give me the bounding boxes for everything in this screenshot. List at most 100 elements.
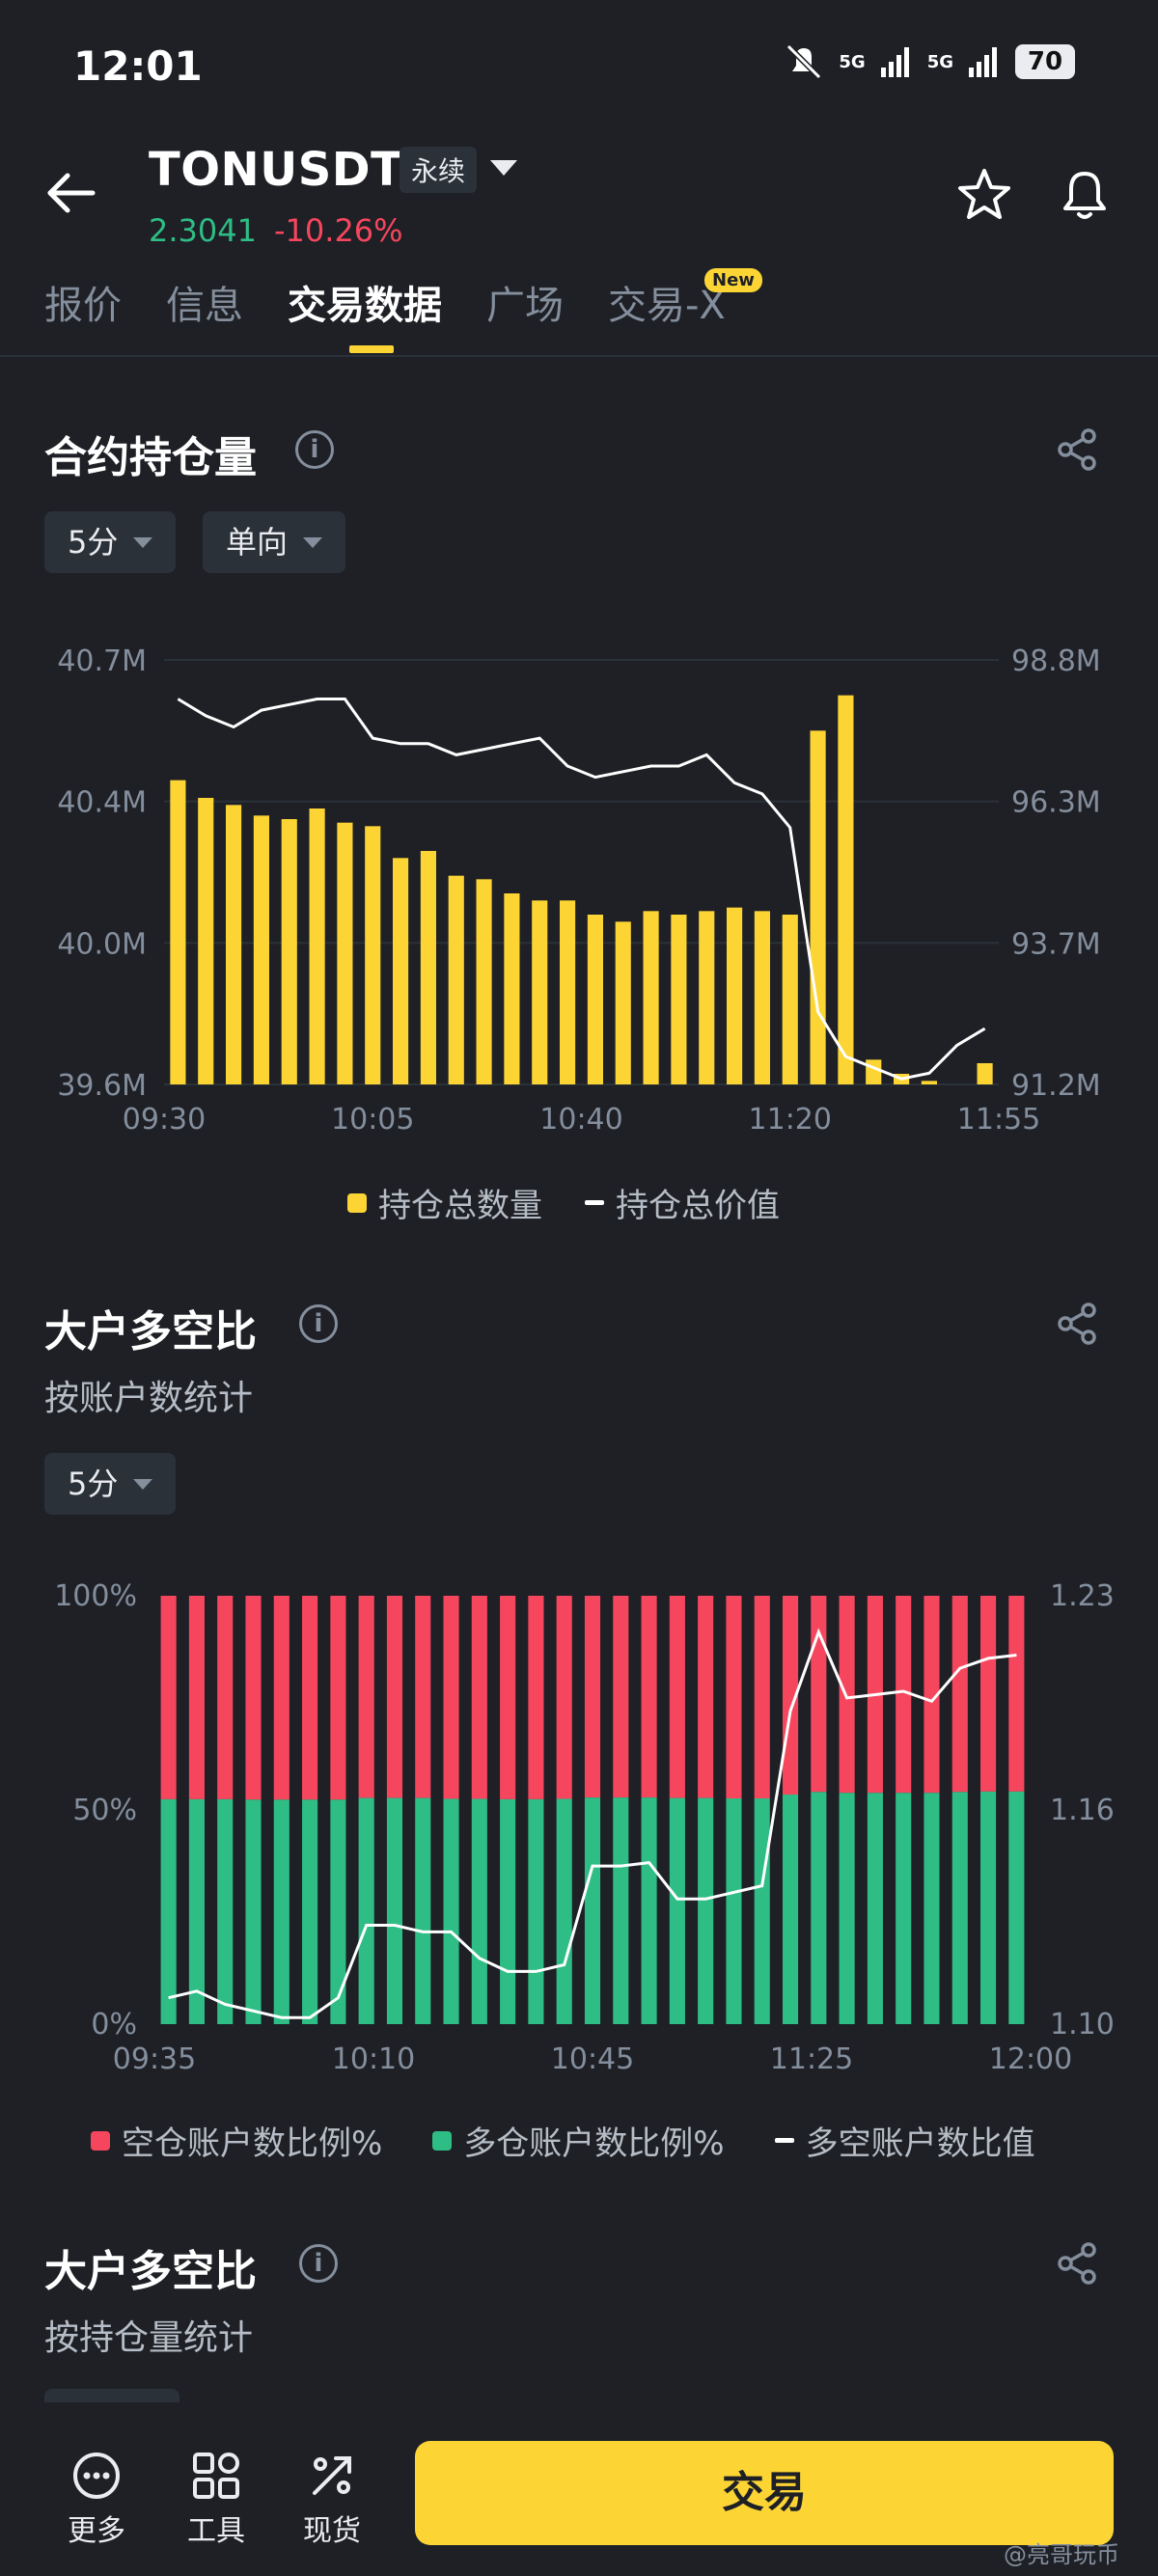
short-ratio-bar xyxy=(811,1596,827,1793)
battery-indicator: 70 xyxy=(1015,44,1075,79)
long-ratio-bar xyxy=(811,1792,827,2024)
y-right-tick-label: 1.10 xyxy=(1050,2008,1115,2042)
symbol-dropdown-icon[interactable] xyxy=(490,160,517,176)
long-ratio-bar xyxy=(782,1795,799,2024)
short-ratio-bar xyxy=(839,1596,855,1794)
long-ratio-bar xyxy=(330,1799,346,2024)
y-left-tick-label: 50% xyxy=(72,1794,137,1827)
legend-item-line: 持仓总价值 xyxy=(585,1179,780,1226)
long-ratio-bar xyxy=(754,1798,770,2024)
legend-swatch xyxy=(774,2138,794,2143)
oi-bar xyxy=(727,907,743,1084)
price-change: -10.26% xyxy=(274,212,403,249)
nav-tools[interactable]: 工具 xyxy=(187,2451,245,2549)
oi-bar xyxy=(170,780,186,1084)
short-ratio-bar xyxy=(302,1596,318,1800)
y-left-tick-label: 39.6M xyxy=(57,1069,147,1103)
long-ratio-bar xyxy=(867,1793,883,2024)
y-right-tick-label: 98.8M xyxy=(1011,644,1101,678)
share-icon[interactable] xyxy=(1054,2240,1100,2287)
symbol-title[interactable]: TONUSDT xyxy=(149,143,402,197)
signal-icon xyxy=(969,47,997,77)
long-ratio-bar xyxy=(443,1798,459,2024)
long-short-title: 大户多空比 xyxy=(44,1307,257,1357)
y-right-tick-label: 91.2M xyxy=(1011,1069,1101,1103)
info-icon[interactable]: i xyxy=(299,1304,338,1343)
oi-bar xyxy=(226,805,242,1084)
short-ratio-bar xyxy=(358,1596,374,1798)
short-ratio-bar xyxy=(160,1596,177,1799)
signal-icon xyxy=(880,47,909,77)
long-short-position-title: 大户多空比 xyxy=(44,2247,257,2296)
active-tab-indicator xyxy=(349,345,394,353)
x-tick-label: 11:20 xyxy=(749,1103,832,1137)
oi-bar xyxy=(504,893,520,1084)
long-short-position-subtitle: 按持仓量统计 xyxy=(44,2318,254,2358)
mode-value: 单向 xyxy=(226,524,289,561)
short-ratio-bar xyxy=(386,1596,403,1798)
info-icon[interactable]: i xyxy=(299,2244,338,2283)
notification-bell-icon[interactable] xyxy=(1056,164,1114,224)
long-ratio-bar xyxy=(951,1792,968,2024)
nav-more[interactable]: 更多 xyxy=(68,2451,125,2549)
long-ratio-bar xyxy=(641,1797,657,2024)
long-ratio-bar xyxy=(302,1799,318,2024)
short-ratio-bar xyxy=(500,1596,516,1799)
long-ratio-bar xyxy=(386,1797,403,2024)
favorite-star-icon[interactable] xyxy=(955,166,1013,224)
back-arrow-icon[interactable] xyxy=(42,164,100,222)
new-badge: New xyxy=(704,268,762,292)
long-ratio-bar xyxy=(1008,1791,1025,2024)
long-ratio-bar xyxy=(528,1798,544,2024)
legend-label: 多空账户数比值 xyxy=(805,2124,1035,2163)
oi-bar xyxy=(393,858,409,1084)
share-icon[interactable] xyxy=(1054,1301,1100,1347)
oi-bar xyxy=(365,826,381,1084)
nav-spot-label: 现货 xyxy=(303,2514,361,2548)
long-ratio-bar xyxy=(839,1793,855,2024)
y-left-tick-label: 40.0M xyxy=(57,927,147,961)
long-ratio-bar xyxy=(160,1798,177,2024)
x-tick-label: 10:40 xyxy=(539,1103,622,1137)
oi-bar xyxy=(671,915,687,1084)
open-interest-legend: 持仓总数量 持仓总价值 xyxy=(347,1179,780,1226)
long-ratio-bar xyxy=(245,1799,262,2024)
oi-bar xyxy=(309,808,325,1084)
y-right-tick-label: 1.16 xyxy=(1050,1794,1115,1827)
short-ratio-bar xyxy=(980,1596,997,1792)
tab-quote[interactable]: 报价 xyxy=(44,274,122,330)
long-ratio-bar xyxy=(358,1797,374,2024)
legend-swatch xyxy=(91,2130,110,2151)
open-interest-chart: 39.6M 91.2M 40.0M 93.7M 40.4M 96.3M 40.7M 98.8M… xyxy=(57,644,1101,1137)
short-ratio-bar xyxy=(415,1596,431,1798)
interval-value: 5分 xyxy=(68,524,119,561)
nav-spot[interactable]: 现货 xyxy=(303,2451,361,2549)
short-ratio-bar xyxy=(584,1596,601,1798)
short-ratio-bar xyxy=(556,1596,572,1799)
trade-button[interactable]: 交易 xyxy=(415,2441,1114,2545)
interval-value: 5分 xyxy=(68,1466,119,1502)
contract-type-badge: 永续 xyxy=(400,147,478,193)
short-ratio-bar xyxy=(613,1596,629,1798)
tab-square[interactable]: 广场 xyxy=(486,274,564,330)
oi-bar xyxy=(281,819,297,1084)
oi-bar xyxy=(866,1059,882,1084)
legend-item-short: 空仓账户数比例% xyxy=(91,2117,382,2164)
interval-selector[interactable]: 5分 xyxy=(44,1453,177,1515)
share-icon[interactable] xyxy=(1054,426,1100,473)
oi-bar xyxy=(921,1081,937,1084)
interval-selector[interactable]: 5分 xyxy=(44,511,177,573)
oi-bar xyxy=(587,915,603,1084)
legend-item-bars: 持仓总数量 xyxy=(347,1179,542,1226)
last-price: 2.3041 xyxy=(149,212,257,249)
info-icon[interactable]: i xyxy=(295,430,334,469)
tab-info[interactable]: 信息 xyxy=(166,274,243,330)
signal-label-2: 5G xyxy=(926,51,953,72)
long-ratio-bar xyxy=(471,1798,487,2024)
oi-bar xyxy=(810,730,826,1084)
tab-trading-data[interactable]: 交易数据 xyxy=(288,274,442,330)
mode-selector[interactable]: 单向 xyxy=(203,511,346,573)
oi-bar xyxy=(420,851,436,1084)
long-ratio-bar xyxy=(980,1791,997,2024)
short-ratio-bar xyxy=(188,1596,205,1799)
